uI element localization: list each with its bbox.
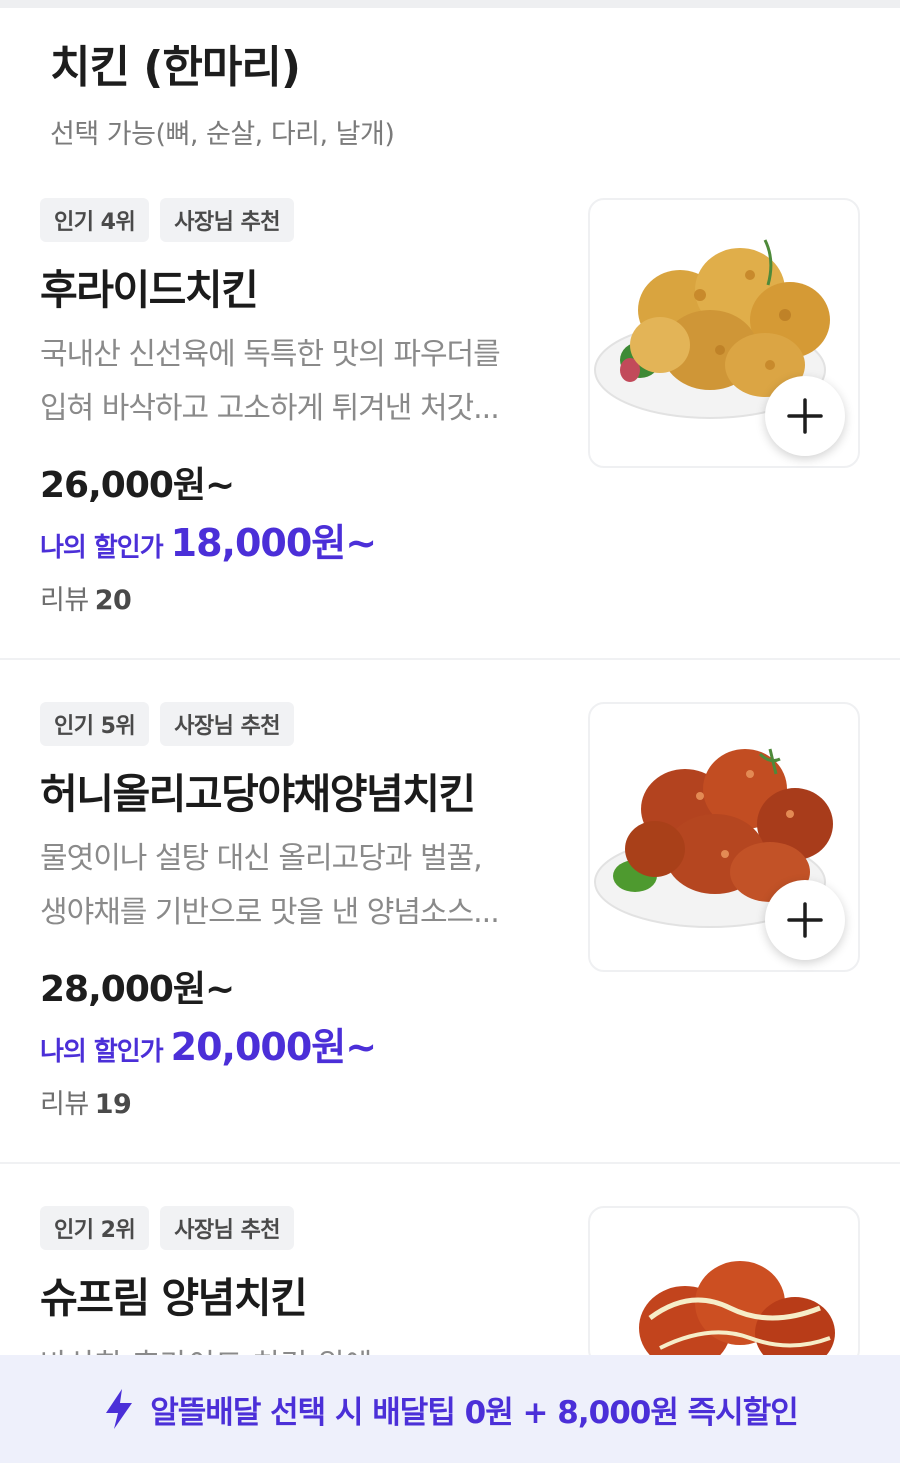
top-divider — [0, 0, 900, 8]
badge-group: 인기 5위 사장님 추천 — [40, 702, 295, 746]
item-name: 허니올리고당야채양념치킨 — [40, 770, 476, 818]
item-description-line: 입혀 바삭하고 고소하게 튀겨낸 처갓... — [40, 391, 500, 426]
item-description-cutoff: 바삭한 후라이드 치킨 위에 — [40, 1340, 372, 1356]
rank-badge: 인기 5위 — [40, 702, 150, 746]
badge-group: 인기 4위 사장님 추천 — [40, 198, 295, 242]
item-price: 28,000원~ — [40, 969, 235, 1010]
item-discount: 나의 할인가 18,000원~ — [40, 512, 377, 567]
section-title: 치킨 (한마리) — [50, 42, 301, 93]
rank-badge: 인기 4위 — [40, 198, 150, 242]
item-review: 리뷰 19 — [40, 1082, 132, 1121]
item-review: 리뷰 20 — [40, 578, 132, 617]
menu-item-supreme-chicken[interactable]: 인기 2위 사장님 추천 슈프림 양념치킨 — [0, 1206, 900, 1366]
item-name: 슈프림 양념치킨 — [40, 1274, 308, 1322]
plus-icon — [787, 902, 823, 938]
review-count: 19 — [94, 1089, 132, 1120]
owner-pick-badge: 사장님 추천 — [160, 702, 295, 746]
lightning-icon — [106, 1389, 133, 1429]
plus-icon — [787, 398, 823, 434]
section-header: 치킨 (한마리) 선택 가능(뼈, 순살, 다리, 날개) — [50, 38, 395, 151]
item-description: 물엿이나 설탕 대신 올리고당과 벌꿀, 생야채를 기반으로 맛을 낸 양념소스… — [40, 832, 560, 940]
discount-label: 나의 할인가 — [40, 533, 164, 563]
owner-pick-badge: 사장님 추천 — [160, 198, 295, 242]
menu-item-honey-oligo-chicken[interactable]: 인기 5위 사장님 추천 허니올리고당야채양념치킨 물엿이나 설탕 대신 올리고… — [0, 702, 900, 1206]
owner-pick-badge: 사장님 추천 — [160, 1206, 295, 1250]
discount-price: 18,000원~ — [170, 521, 377, 565]
promo-text: 알뜰배달 선택 시 배달팁 0원 + 8,000원 즉시할인 — [150, 1394, 798, 1431]
add-to-cart-button[interactable] — [765, 376, 845, 456]
review-label: 리뷰 — [40, 585, 89, 616]
rank-badge: 인기 2위 — [40, 1206, 150, 1250]
item-divider — [0, 658, 900, 660]
review-count: 20 — [94, 585, 132, 616]
add-to-cart-button[interactable] — [765, 880, 845, 960]
section-subtitle: 선택 가능(뼈, 순살, 다리, 날개) — [50, 119, 395, 150]
item-name: 후라이드치킨 — [40, 266, 259, 314]
item-price: 26,000원~ — [40, 465, 235, 506]
menu-item-fried-chicken[interactable]: 인기 4위 사장님 추천 후라이드치킨 국내산 신선육에 독특한 맛의 파우더를… — [0, 198, 900, 702]
item-description-line: 생야채를 기반으로 맛을 낸 양념소스... — [40, 895, 500, 930]
discount-price: 20,000원~ — [170, 1025, 377, 1069]
item-discount: 나의 할인가 20,000원~ — [40, 1016, 377, 1071]
item-description-line: 국내산 신선육에 독특한 맛의 파우더를 — [40, 337, 501, 372]
menu-page: 치킨 (한마리) 선택 가능(뼈, 순살, 다리, 날개) 인기 4위 사장님 … — [0, 0, 900, 1463]
review-label: 리뷰 — [40, 1089, 89, 1120]
supreme-chicken-image[interactable] — [588, 1206, 860, 1366]
promo-banner[interactable]: 알뜰배달 선택 시 배달팁 0원 + 8,000원 즉시할인 — [0, 1355, 900, 1463]
item-description: 국내산 신선육에 독특한 맛의 파우더를 입혀 바삭하고 고소하게 튀겨낸 처갓… — [40, 328, 560, 436]
item-description-line: 물엿이나 설탕 대신 올리고당과 벌꿀, — [40, 841, 483, 876]
item-divider — [0, 1162, 900, 1164]
discount-label: 나의 할인가 — [40, 1037, 164, 1067]
badge-group: 인기 2위 사장님 추천 — [40, 1206, 295, 1250]
